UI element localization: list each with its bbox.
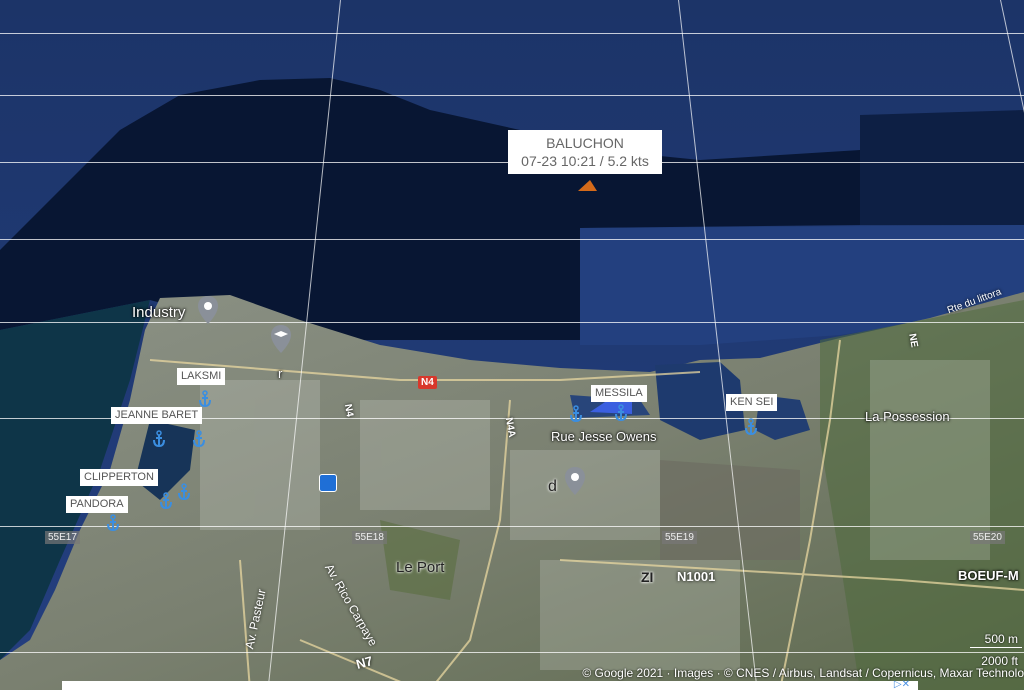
street-rue-jesse-owens: Rue Jesse Owens bbox=[551, 429, 657, 444]
grid-label: 55E20 bbox=[970, 531, 1005, 544]
anchor-icon[interactable] bbox=[567, 405, 585, 423]
road-label-n4-vertical: N4 bbox=[341, 403, 355, 418]
anchor-icon[interactable] bbox=[150, 430, 168, 448]
anchor-icon[interactable] bbox=[190, 430, 208, 448]
grid-line bbox=[0, 33, 1024, 34]
place-boeuf-mort: BOEUF-M bbox=[958, 568, 1019, 583]
location-pin-icon[interactable] bbox=[564, 466, 586, 496]
road-shield-n4: N4 bbox=[418, 376, 437, 389]
ship-label-pandora[interactable]: PANDORA bbox=[66, 496, 128, 513]
road-label-n1001: N1001 bbox=[677, 569, 716, 584]
grid-label: 55E19 bbox=[662, 531, 697, 544]
ship-label-clipperton[interactable]: CLIPPERTON bbox=[80, 469, 158, 486]
ship-label-ken-sei[interactable]: KEN SEI bbox=[726, 394, 778, 411]
anchor-icon[interactable] bbox=[196, 390, 214, 408]
place-d: d bbox=[548, 478, 557, 495]
ship-label-jeanne-baret[interactable]: JEANNE BARET bbox=[111, 407, 203, 424]
place-la-possession: La Possession bbox=[865, 409, 950, 424]
vessel-detail: 07-23 10:21 / 5.2 kts bbox=[521, 153, 649, 169]
grid-line bbox=[0, 322, 1024, 323]
grid-line bbox=[0, 526, 1024, 527]
anchor-icon[interactable] bbox=[175, 483, 193, 501]
vessel-popup[interactable]: BALUCHON 07-23 10:21 / 5.2 kts bbox=[508, 130, 662, 174]
map-imagery bbox=[0, 0, 1024, 690]
grid-label: 55E17 bbox=[45, 531, 80, 544]
satellite-map[interactable]: BALUCHON 07-23 10:21 / 5.2 kts LAKSMI JE… bbox=[0, 0, 1024, 690]
place-zi: ZI bbox=[641, 569, 654, 585]
grid-label: 55E18 bbox=[352, 531, 387, 544]
grid-line bbox=[0, 652, 1024, 653]
place-le-port: Le Port bbox=[396, 559, 445, 576]
anchor-icon[interactable] bbox=[612, 404, 630, 422]
grid-line bbox=[0, 239, 1024, 240]
school-pin-icon[interactable] bbox=[270, 324, 292, 354]
place-r: r bbox=[278, 366, 283, 381]
scale-metric: 500 m bbox=[984, 632, 1018, 646]
road-label-ne: NE bbox=[906, 332, 920, 349]
ad-banner[interactable]: ▷✕ bbox=[62, 679, 918, 690]
grid-line bbox=[0, 95, 1024, 96]
location-pin-icon[interactable] bbox=[197, 295, 219, 325]
vessel-name: BALUCHON bbox=[546, 135, 624, 151]
ship-label-laksmi[interactable]: LAKSMI bbox=[177, 368, 226, 385]
scale-bar bbox=[970, 647, 1022, 648]
bus-stop-icon[interactable] bbox=[319, 474, 337, 492]
anchor-icon[interactable] bbox=[157, 492, 175, 510]
ad-close-icon[interactable]: ▷✕ bbox=[894, 679, 910, 690]
anchor-icon[interactable] bbox=[104, 514, 122, 532]
ship-label-messila[interactable]: MESSILA bbox=[591, 385, 647, 402]
place-industry: Industry bbox=[132, 304, 186, 321]
anchor-icon[interactable] bbox=[742, 418, 760, 436]
map-attribution: © Google 2021 · Images · © CNES / Airbus… bbox=[582, 666, 1024, 680]
